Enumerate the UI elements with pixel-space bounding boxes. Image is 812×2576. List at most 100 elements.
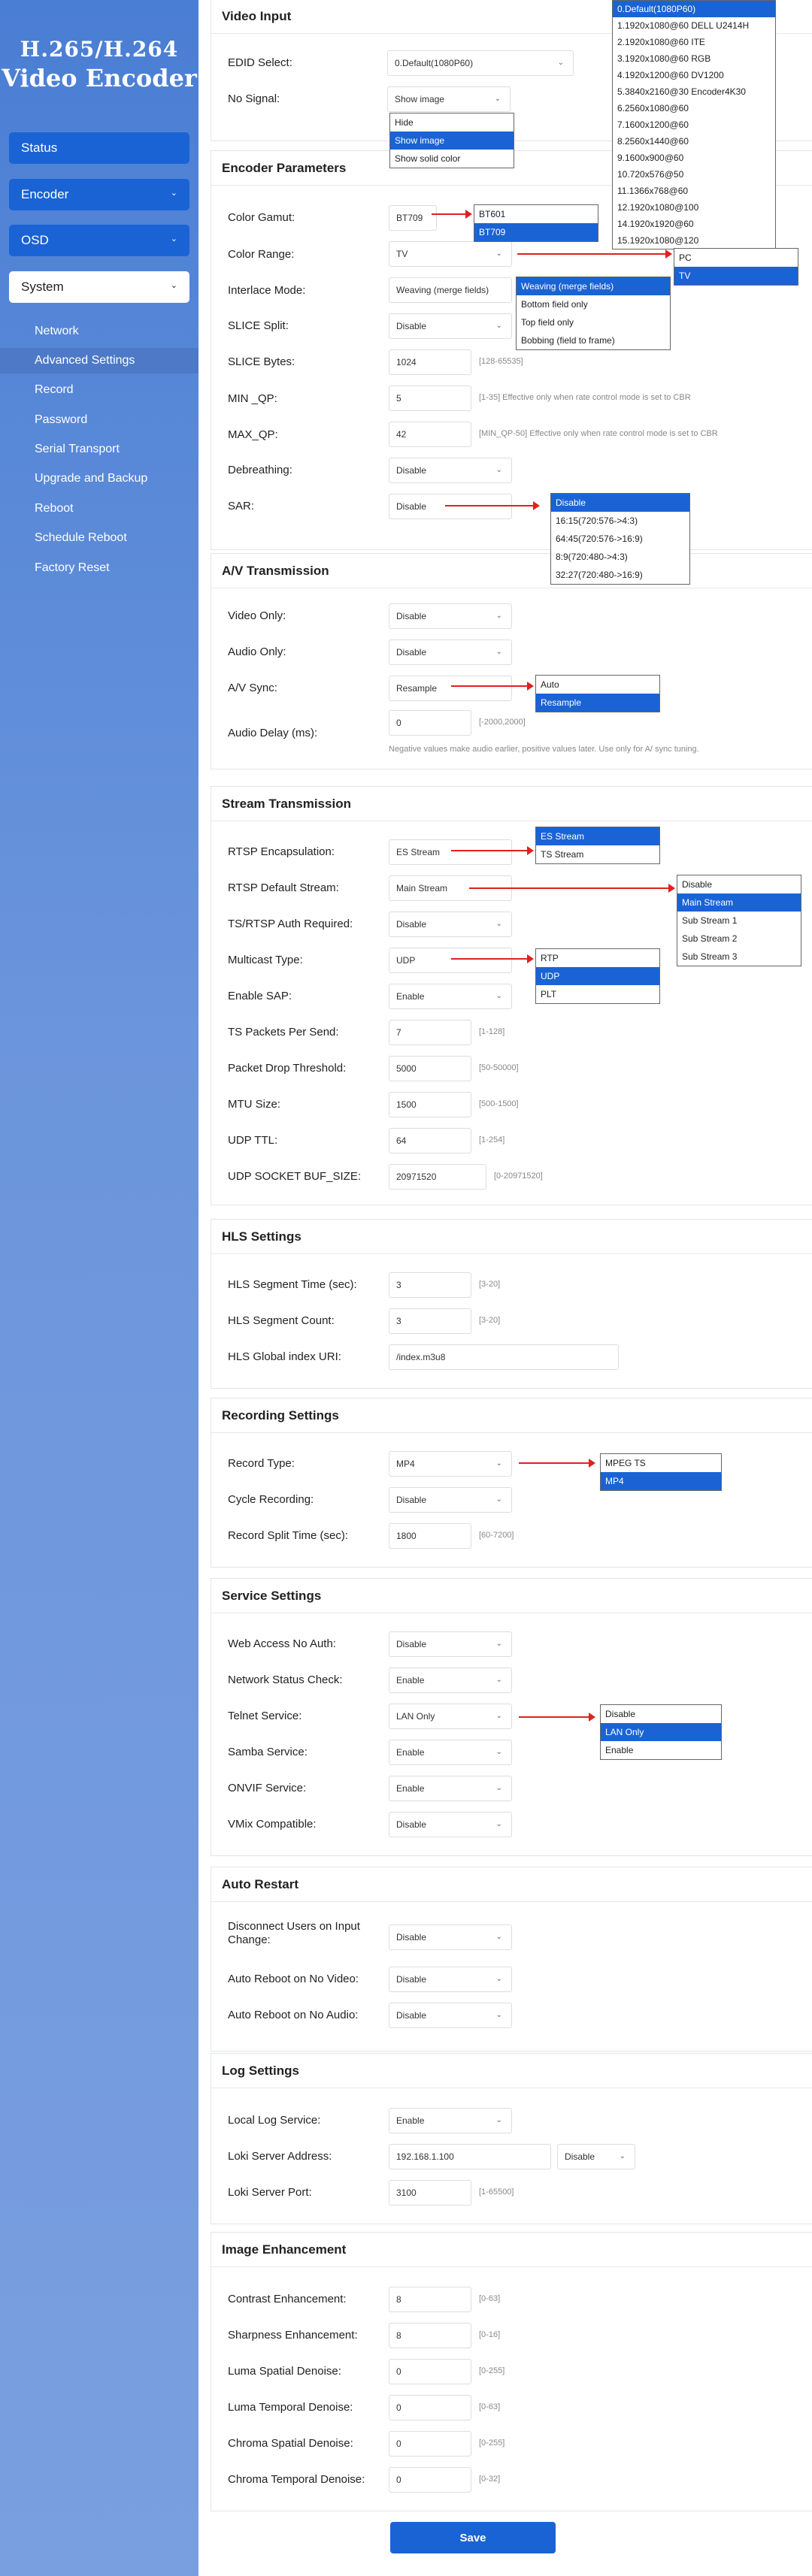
sidebar-item-password[interactable]: Password <box>0 407 198 433</box>
record-type-select[interactable]: MP4 ⌄ <box>389 1451 512 1477</box>
edid-option[interactable]: 4.1920x1200@60 DV1200 <box>613 67 775 83</box>
color-gamut-select[interactable]: BT709 <box>389 205 437 231</box>
sar-option[interactable]: 64:45(720:576->16:9) <box>551 530 689 548</box>
sar-option[interactable]: Disable <box>551 494 689 512</box>
edid-option[interactable]: 14.1920x1920@60 <box>613 216 775 232</box>
edid-option[interactable]: 8.2560x1440@60 <box>613 133 775 150</box>
mtu-size-input[interactable]: 1500 <box>389 1092 471 1117</box>
audio-only-select[interactable]: Disable ⌄ <box>389 639 512 665</box>
hls-seg-count-input[interactable]: 3 <box>389 1308 471 1334</box>
contrast-input[interactable]: 8 <box>389 2287 471 2312</box>
sidebar-item-advanced-settings[interactable]: Advanced Settings <box>0 348 198 373</box>
no-signal-option[interactable]: Show image <box>390 132 514 150</box>
color-range-option[interactable]: PC <box>674 249 798 267</box>
luma-spatial-input[interactable]: 0 <box>389 2359 471 2384</box>
interlace-option[interactable]: Weaving (merge fields) <box>517 277 670 295</box>
color-range-select[interactable]: TV ⌄ <box>389 241 512 267</box>
slice-bytes-input[interactable]: 1024 <box>389 349 471 375</box>
record-type-option[interactable]: MPEG TS <box>601 1454 721 1472</box>
udp-ttl-input[interactable]: 64 <box>389 1128 471 1153</box>
record-type-option[interactable]: MP4 <box>601 1472 721 1490</box>
av-sync-select[interactable]: Resample <box>389 676 512 701</box>
multicast-select[interactable]: UDP <box>389 948 512 973</box>
video-only-select[interactable]: Disable ⌄ <box>389 603 512 629</box>
no-video-select[interactable]: Disable ⌄ <box>389 1967 512 1992</box>
cycle-recording-select[interactable]: Disable ⌄ <box>389 1487 512 1513</box>
edid-option[interactable]: 2.1920x1080@60 ITE <box>613 34 775 50</box>
rtsp-default-option[interactable]: Disable <box>677 875 801 893</box>
min-qp-input[interactable]: 5 <box>389 385 471 411</box>
nav-system-button[interactable]: System ⌄ <box>9 271 189 303</box>
drop-threshold-input[interactable]: 5000 <box>389 1056 471 1081</box>
color-gamut-option[interactable]: BT709 <box>474 223 598 241</box>
color-range-option[interactable]: TV <box>674 267 798 285</box>
edid-option[interactable]: 7.1600x1200@60 <box>613 116 775 133</box>
interlace-mode-select[interactable]: Weaving (merge fields) <box>389 277 512 303</box>
no-signal-option[interactable]: Show solid color <box>390 150 514 168</box>
slice-split-select[interactable]: Disable ⌄ <box>389 313 512 339</box>
luma-temporal-input[interactable]: 0 <box>389 2395 471 2420</box>
sar-option[interactable]: 16:15(720:576->4:3) <box>551 512 689 530</box>
udp-buf-input[interactable]: 20971520 <box>389 1164 486 1190</box>
interlace-option[interactable]: Bottom field only <box>517 295 670 313</box>
disconnect-users-select[interactable]: Disable ⌄ <box>389 1924 512 1950</box>
sidebar-item-reboot[interactable]: Reboot <box>0 496 198 522</box>
hls-uri-input[interactable]: /index.m3u8 <box>389 1344 619 1370</box>
hls-seg-time-input[interactable]: 3 <box>389 1272 471 1298</box>
av-sync-option[interactable]: Auto <box>536 676 659 694</box>
audio-delay-input[interactable]: 0 <box>389 710 471 736</box>
sidebar-item-network[interactable]: Network <box>0 319 198 344</box>
rtsp-default-option[interactable]: Sub Stream 3 <box>677 948 801 966</box>
sharpness-input[interactable]: 8 <box>389 2323 471 2348</box>
rtsp-encap-select[interactable]: ES Stream <box>389 839 512 865</box>
loki-port-input[interactable]: 3100 <box>389 2180 471 2206</box>
sidebar-item-upgrade-backup[interactable]: Upgrade and Backup <box>0 466 198 491</box>
telnet-select[interactable]: LAN Only ⌄ <box>389 1704 512 1729</box>
no-signal-option[interactable]: Hide <box>390 113 514 132</box>
edid-option[interactable]: 11.1366x768@60 <box>613 183 775 199</box>
chroma-temporal-input[interactable]: 0 <box>389 2467 471 2493</box>
nav-osd-button[interactable]: OSD ⌄ <box>9 225 189 256</box>
sar-option[interactable]: 8:9(720:480->4:3) <box>551 548 689 566</box>
enable-sap-select[interactable]: Enable ⌄ <box>389 984 512 1009</box>
sidebar-item-record[interactable]: Record <box>0 377 198 403</box>
nav-encoder-button[interactable]: Encoder ⌄ <box>9 179 189 210</box>
loki-toggle-select[interactable]: Disable ⌄ <box>557 2144 635 2169</box>
telnet-option[interactable]: LAN Only <box>601 1723 721 1741</box>
samba-select[interactable]: Enable ⌄ <box>389 1740 512 1765</box>
auth-required-select[interactable]: Disable ⌄ <box>389 912 512 937</box>
telnet-option[interactable]: Disable <box>601 1705 721 1723</box>
edid-option[interactable]: 10.720x576@50 <box>613 166 775 183</box>
rtsp-default-option[interactable]: Main Stream <box>677 893 801 912</box>
av-sync-option[interactable]: Resample <box>536 694 659 712</box>
sidebar-item-factory-reset[interactable]: Factory Reset <box>0 555 198 581</box>
edid-select[interactable]: 0.Default(1080P60) ⌄ <box>387 50 574 76</box>
rtsp-default-option[interactable]: Sub Stream 1 <box>677 912 801 930</box>
sar-option[interactable]: 32:27(720:480->16:9) <box>551 566 689 584</box>
sidebar-item-schedule-reboot[interactable]: Schedule Reboot <box>0 525 198 551</box>
chroma-spatial-input[interactable]: 0 <box>389 2431 471 2457</box>
nav-status-button[interactable]: Status <box>9 132 189 164</box>
edid-option[interactable]: 12.1920x1080@100 <box>613 199 775 216</box>
web-access-select[interactable]: Disable ⌄ <box>389 1631 512 1657</box>
network-check-select[interactable]: Enable ⌄ <box>389 1667 512 1693</box>
no-signal-select[interactable]: Show image ⌄ <box>387 86 511 112</box>
rtsp-encap-option[interactable]: ES Stream <box>536 827 659 845</box>
sidebar-item-serial-transport[interactable]: Serial Transport <box>0 437 198 462</box>
edid-option[interactable]: 15.1920x1080@120 <box>613 232 775 249</box>
edid-option[interactable]: 5.3840x2160@30 Encoder4K30 <box>613 83 775 100</box>
edid-option[interactable]: 1.1920x1080@60 DELL U2414H <box>613 17 775 34</box>
edid-option[interactable]: 9.1600x900@60 <box>613 150 775 166</box>
debreathing-select[interactable]: Disable ⌄ <box>389 458 512 483</box>
edid-option[interactable]: 0.Default(1080P60) <box>613 1 775 17</box>
ts-packets-input[interactable]: 7 <box>389 1020 471 1045</box>
rtsp-default-option[interactable]: Sub Stream 2 <box>677 930 801 948</box>
split-time-input[interactable]: 1800 <box>389 1523 471 1549</box>
interlace-option[interactable]: Bobbing (field to frame) <box>517 331 670 349</box>
onvif-select[interactable]: Enable ⌄ <box>389 1776 512 1801</box>
loki-address-input[interactable]: 192.168.1.100 <box>389 2144 551 2169</box>
multicast-option[interactable]: RTP <box>536 949 659 967</box>
edid-option[interactable]: 6.2560x1080@60 <box>613 100 775 116</box>
color-gamut-option[interactable]: BT601 <box>474 205 598 223</box>
interlace-option[interactable]: Top field only <box>517 313 670 331</box>
